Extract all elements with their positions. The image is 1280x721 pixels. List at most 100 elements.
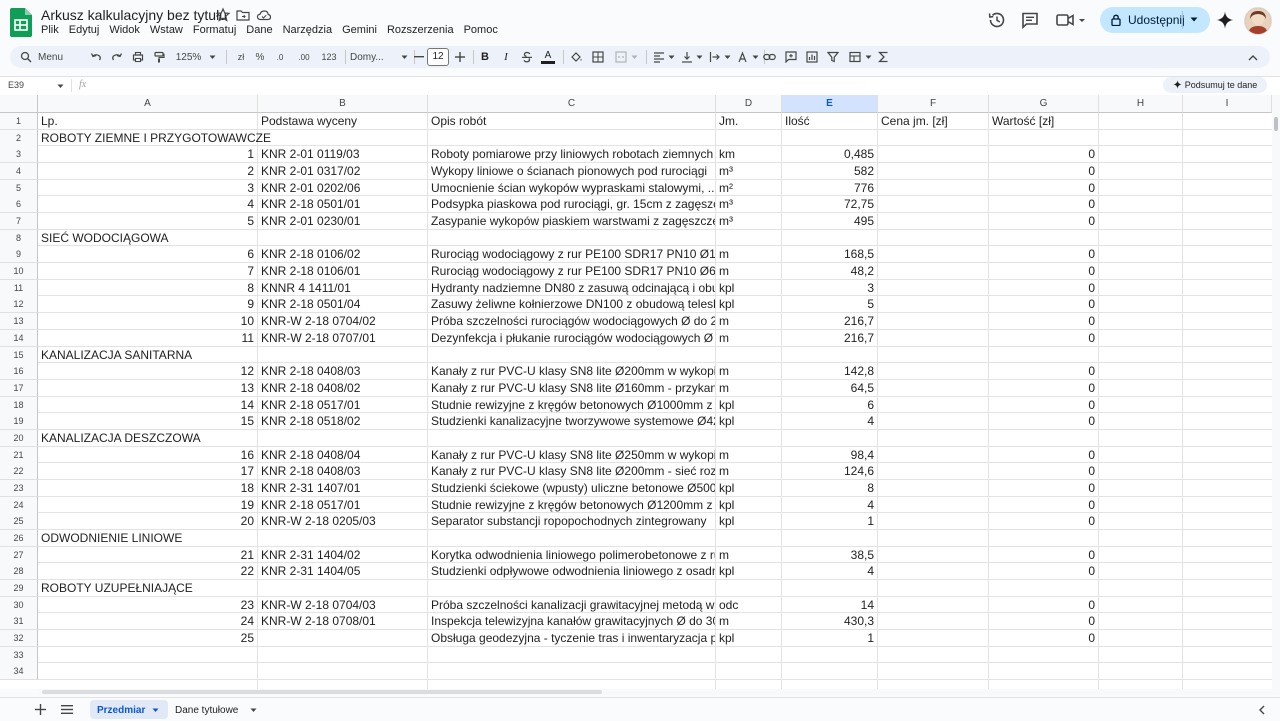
- cell-a-row-1[interactable]: Lp.: [38, 113, 257, 130]
- cell-c-row-25[interactable]: Separator substancji ropopochodnych zint…: [428, 513, 715, 530]
- cell-c-row-30[interactable]: Próba szczelności kanalizacji grawitacyj…: [428, 597, 715, 614]
- cell-d-row-9[interactable]: m: [716, 246, 781, 263]
- cell-e-row-21[interactable]: 98,4: [782, 447, 877, 464]
- cell-g-row-5[interactable]: 0: [989, 180, 1098, 197]
- horizontal-align-button[interactable]: [650, 49, 678, 65]
- cell-d-row-7[interactable]: m³: [716, 213, 781, 230]
- cell-c-row-28[interactable]: Studzienki odpływowe odwodnienia liniowe…: [428, 563, 715, 580]
- text-rotation-button[interactable]: [734, 49, 762, 65]
- cell-d-row-24[interactable]: kpl: [716, 497, 781, 514]
- spreadsheet-grid[interactable]: A B C D E F G H I 1 Lp. Podstawa wyceny Opi…: [0, 95, 1272, 689]
- comments-icon[interactable]: [1019, 9, 1041, 31]
- cell-c-row-13[interactable]: Próba szczelności rurociągów wodociągowy…: [428, 313, 715, 330]
- insert-comment-button[interactable]: [784, 49, 798, 65]
- cell-e-row-30[interactable]: 14: [782, 597, 877, 614]
- cell-d-row-25[interactable]: kpl: [716, 513, 781, 530]
- currency-format-button[interactable]: zł: [234, 49, 248, 65]
- cell-g-row-14[interactable]: 0: [989, 330, 1098, 347]
- row-header[interactable]: 25: [0, 513, 38, 531]
- cell-d-row-19[interactable]: kpl: [716, 413, 781, 430]
- cell-c-row-18[interactable]: Studnie rewizyjne z kręgów betonowych Ø1…: [428, 397, 715, 414]
- cell-f-row-6[interactable]: [878, 196, 988, 213]
- cell-a-row-2[interactable]: ROBOTY ZIEMNE I PRZYGOTOWAWCZE: [38, 130, 418, 147]
- cell-f-row-29[interactable]: [878, 580, 988, 597]
- cell-b-row-4[interactable]: KNR 2-01 0317/02: [258, 163, 427, 180]
- cell-e-row-25[interactable]: 1: [782, 513, 877, 530]
- cell-b-row-6[interactable]: KNR 2-18 0501/01: [258, 196, 427, 213]
- cell-b-row-12[interactable]: KNR 2-18 0501/04: [258, 296, 427, 313]
- cell-f-row-31[interactable]: [878, 613, 988, 630]
- cell-g-row-10[interactable]: 0: [989, 263, 1098, 280]
- cell-b-row-24[interactable]: KNR 2-18 0517/01: [258, 497, 427, 514]
- cell-c-row-15[interactable]: [428, 347, 715, 364]
- cell-c-row-20[interactable]: [428, 430, 715, 447]
- row-header[interactable]: 3: [0, 146, 38, 164]
- menu-search[interactable]: Menu: [20, 49, 78, 65]
- cell-e-row-23[interactable]: 8: [782, 480, 877, 497]
- cell-a-row-34[interactable]: [38, 663, 257, 680]
- cell-a-row-9[interactable]: 6: [38, 246, 257, 263]
- row-header[interactable]: 6: [0, 196, 38, 214]
- print-button[interactable]: [130, 49, 146, 65]
- collapse-toolbar-button[interactable]: [1246, 49, 1260, 65]
- share-button[interactable]: Udostępnij: [1100, 7, 1210, 33]
- undo-button[interactable]: [88, 49, 104, 65]
- cell-f-row-3[interactable]: [878, 146, 988, 163]
- cell-e-row-24[interactable]: 4: [782, 497, 877, 514]
- cell-c-row-2[interactable]: [428, 130, 715, 147]
- cell-c-row-29[interactable]: [428, 580, 715, 597]
- cell-f-row-33[interactable]: [878, 647, 988, 664]
- cell-b-row-10[interactable]: KNR 2-18 0106/01: [258, 263, 427, 280]
- cell-f-row-28[interactable]: [878, 563, 988, 580]
- cell-c-row-19[interactable]: Studzienki kanalizacyjne tworzywowe syst…: [428, 413, 715, 430]
- column-header-a[interactable]: A: [38, 95, 258, 113]
- vertical-scrollbar[interactable]: [1272, 95, 1280, 695]
- cell-g-row-13[interactable]: 0: [989, 313, 1098, 330]
- cell-f-row-15[interactable]: [878, 347, 988, 364]
- cell-g-row-15[interactable]: [989, 347, 1098, 364]
- cell-d-row-15[interactable]: [716, 347, 781, 364]
- cell-d-row-6[interactable]: m³: [716, 196, 781, 213]
- cell-c-row-32[interactable]: Obsługa geodezyjna - tyczenie tras i inw…: [428, 630, 715, 647]
- cell-f-row-7[interactable]: [878, 213, 988, 230]
- cell-g-row-22[interactable]: 0: [989, 463, 1098, 480]
- cell-f-row-16[interactable]: [878, 363, 988, 380]
- row-header[interactable]: 13: [0, 313, 38, 331]
- cell-e-row-16[interactable]: 142,8: [782, 363, 877, 380]
- cell-d-row-10[interactable]: m: [716, 263, 781, 280]
- cell-f-row-20[interactable]: [878, 430, 988, 447]
- strikethrough-button[interactable]: [520, 49, 534, 65]
- cell-g-row-16[interactable]: 0: [989, 363, 1098, 380]
- cell-a-row-31[interactable]: 24: [38, 613, 257, 630]
- add-sheet-icon[interactable]: [35, 704, 46, 715]
- document-title[interactable]: Arkusz kalkulacyjny bez tytułu: [41, 7, 227, 23]
- menu-view[interactable]: Widok: [104, 24, 145, 40]
- cell-d-row-23[interactable]: kpl: [716, 480, 781, 497]
- cell-g-row-24[interactable]: 0: [989, 497, 1098, 514]
- cell-c-row-26[interactable]: [428, 530, 715, 547]
- cell-b-row-17[interactable]: KNR 2-18 0408/02: [258, 380, 427, 397]
- row-header[interactable]: 28: [0, 563, 38, 581]
- cell-g-row-4[interactable]: 0: [989, 163, 1098, 180]
- cell-g-row-32[interactable]: 0: [989, 630, 1098, 647]
- cell-a-row-22[interactable]: 17: [38, 463, 257, 480]
- borders-button[interactable]: [591, 49, 605, 65]
- cell-b-row-33[interactable]: [258, 647, 427, 664]
- cell-g-row-30[interactable]: 0: [989, 597, 1098, 614]
- text-color-button[interactable]: A: [540, 49, 556, 65]
- cell-a-row-28[interactable]: 22: [38, 563, 257, 580]
- row-header[interactable]: 14: [0, 329, 38, 347]
- cell-a-row-3[interactable]: 1: [38, 146, 257, 163]
- cell-e-row-34[interactable]: [782, 663, 877, 680]
- cell-a-row-16[interactable]: 12: [38, 363, 257, 380]
- cell-c-row-23[interactable]: Studzienki ściekowe (wpusty) uliczne bet…: [428, 480, 715, 497]
- cell-c-row-11[interactable]: Hydranty nadziemne DN80 z zasuwą odcinaj…: [428, 280, 715, 297]
- cell-d-row-5[interactable]: m²: [716, 180, 781, 197]
- column-header-c[interactable]: C: [428, 95, 716, 113]
- chevron-left-icon[interactable]: [1258, 705, 1265, 715]
- cell-a-row-18[interactable]: 14: [38, 397, 257, 414]
- row-header[interactable]: 30: [0, 596, 38, 614]
- cell-d-row-31[interactable]: m: [716, 613, 781, 630]
- cell-c-row-22[interactable]: Kanały z rur PVC-U klasy SN8 lite Ø200mm…: [428, 463, 715, 480]
- cell-g-row-18[interactable]: 0: [989, 397, 1098, 414]
